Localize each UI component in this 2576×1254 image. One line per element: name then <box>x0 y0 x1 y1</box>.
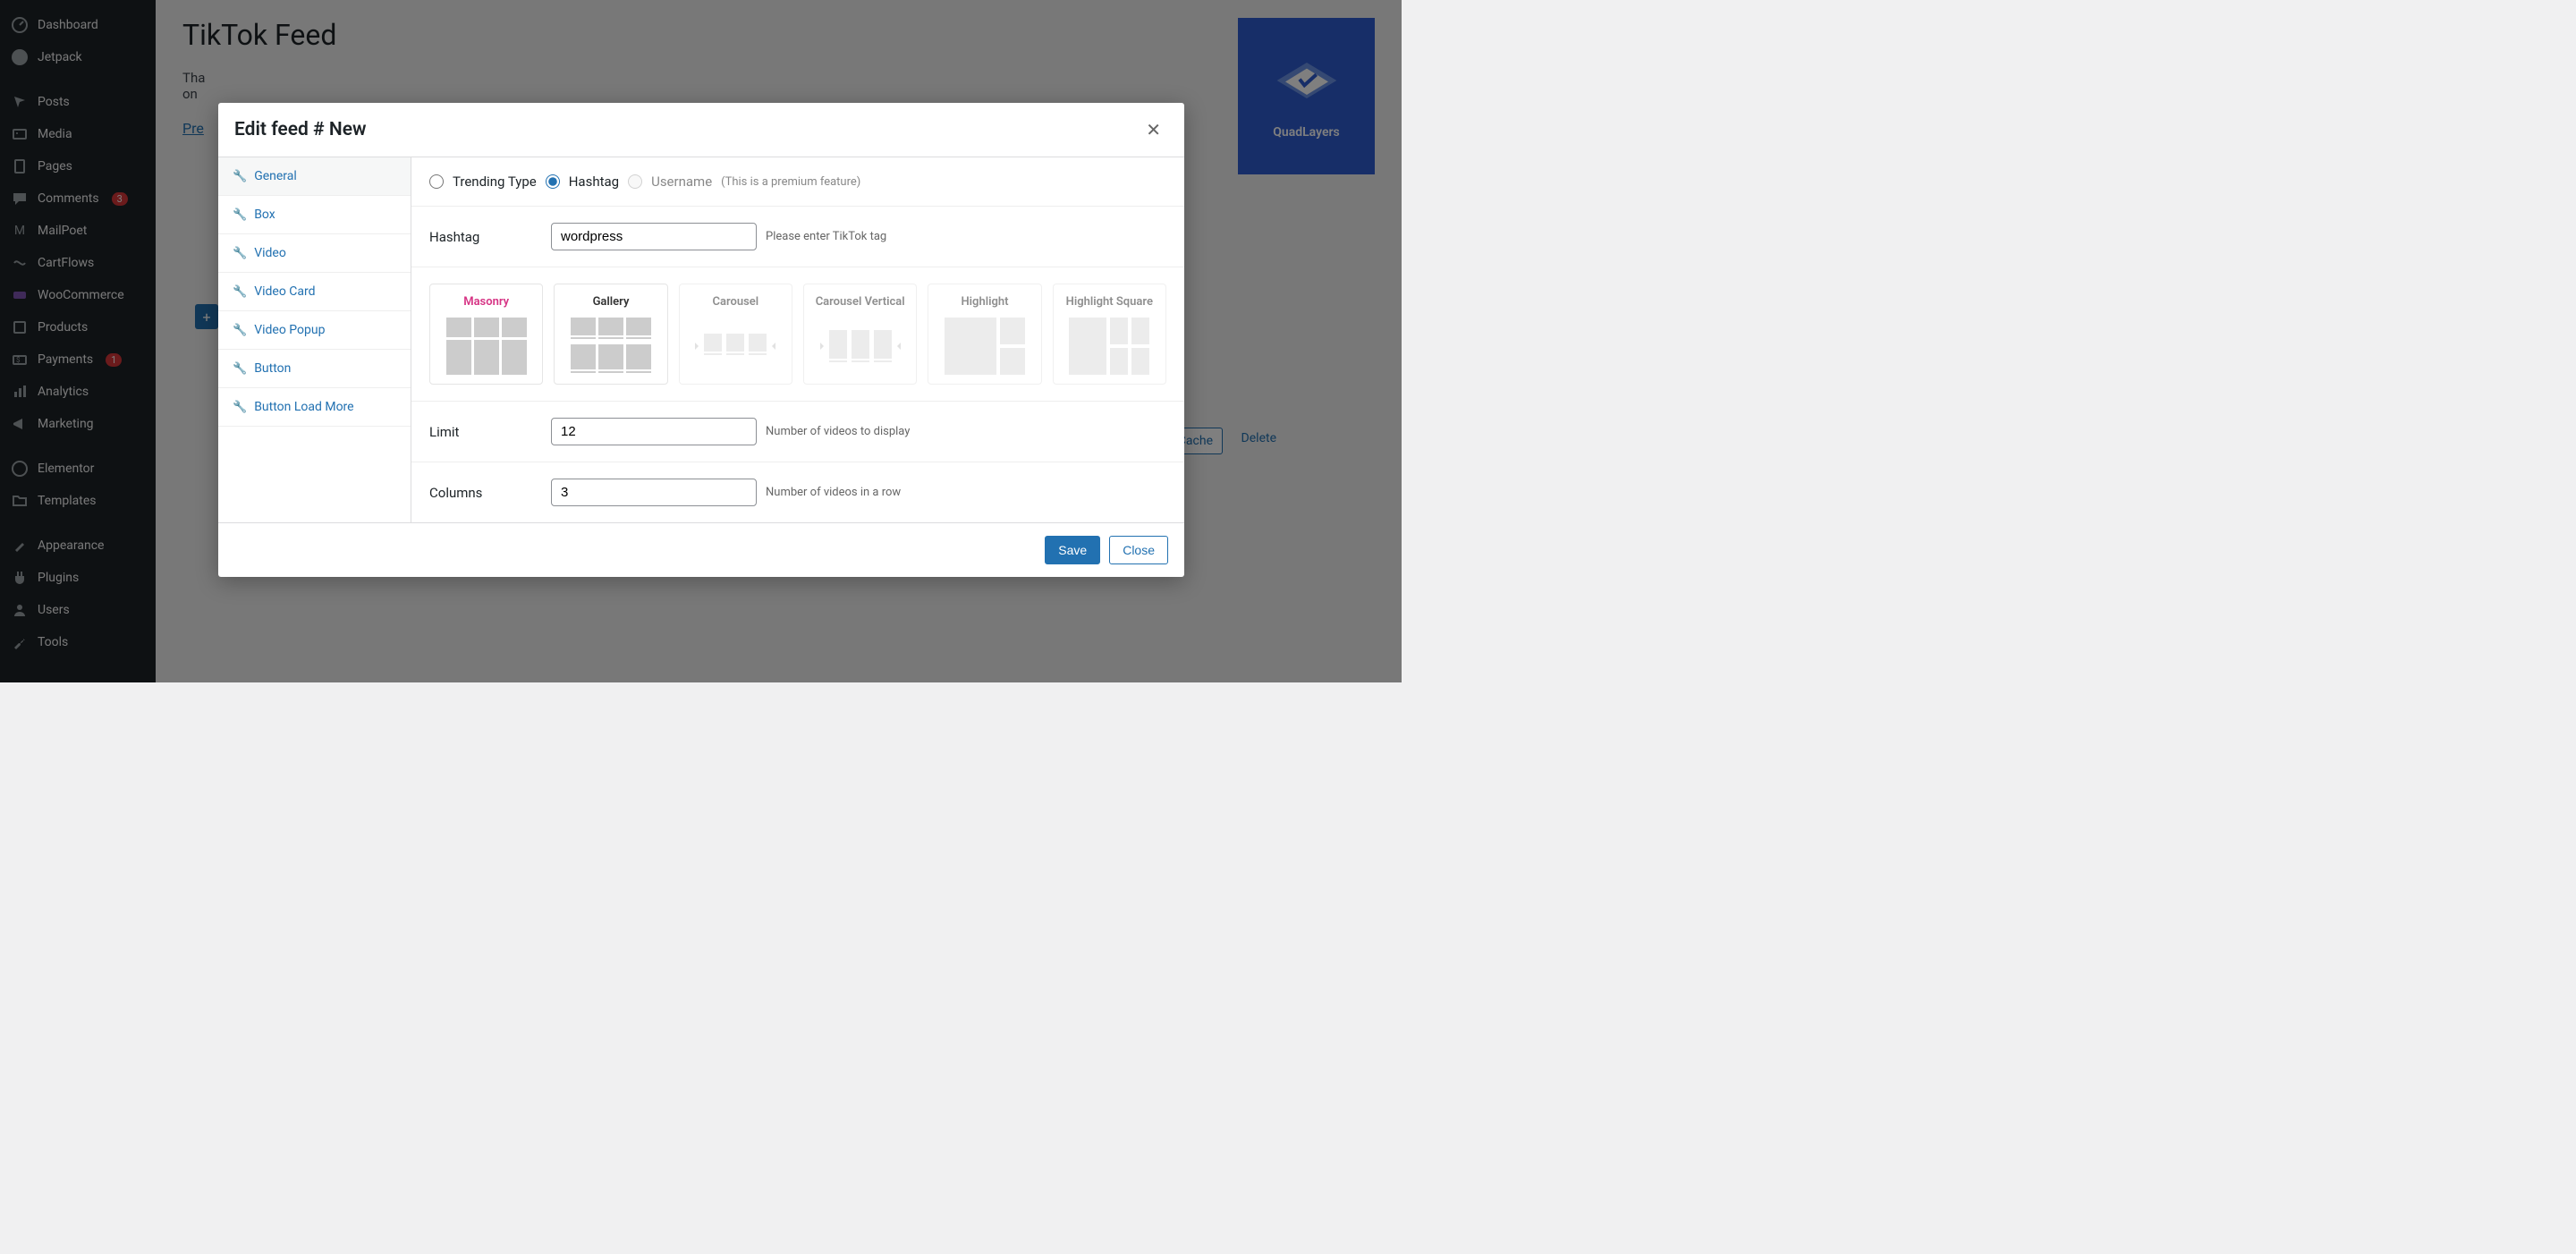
wrench-icon: 🔧 <box>233 170 247 183</box>
wrench-icon: 🔧 <box>233 324 247 337</box>
modal-header: Edit feed # New ✕ <box>218 103 1184 157</box>
edit-feed-modal: Edit feed # New ✕ 🔧General 🔧Box 🔧Video 🔧… <box>218 103 1184 577</box>
layout-highlight: Highlight <box>928 284 1041 385</box>
feed-type-section: Trending Type Hashtag Username (This is … <box>411 157 1184 207</box>
tab-video-popup[interactable]: 🔧Video Popup <box>218 311 411 350</box>
columns-input[interactable] <box>551 479 757 506</box>
tab-video-card[interactable]: 🔧Video Card <box>218 273 411 311</box>
layout-highlight-square: Highlight Square <box>1053 284 1166 385</box>
hashtag-hint: Please enter TikTok tag <box>766 230 886 243</box>
layout-section: Masonry Gallery Carousel Carousel Vertic… <box>411 267 1184 402</box>
radio-username <box>628 174 642 189</box>
limit-hint: Number of videos to display <box>766 425 910 438</box>
modal-footer: Save Close <box>218 522 1184 577</box>
radio-hashtag[interactable] <box>546 174 560 189</box>
layout-carousel-vertical: Carousel Vertical <box>803 284 917 385</box>
wrench-icon: 🔧 <box>233 401 247 414</box>
radio-trending[interactable] <box>429 174 444 189</box>
tab-video[interactable]: 🔧Video <box>218 234 411 273</box>
limit-section: Limit Number of videos to display <box>411 402 1184 462</box>
layout-carousel: Carousel <box>679 284 792 385</box>
tab-button[interactable]: 🔧Button <box>218 350 411 388</box>
radio-trending-label: Trending Type <box>453 174 537 190</box>
layout-gallery[interactable]: Gallery <box>554 284 667 385</box>
modal-title: Edit feed # New <box>234 119 367 140</box>
tab-button-load-more[interactable]: 🔧Button Load More <box>218 388 411 427</box>
close-icon[interactable]: ✕ <box>1139 115 1168 144</box>
highlight-square-thumb-icon <box>1069 318 1149 375</box>
highlight-thumb-icon <box>945 318 1025 375</box>
columns-hint: Number of videos in a row <box>766 486 901 499</box>
hashtag-label: Hashtag <box>429 229 551 245</box>
hashtag-input[interactable] <box>551 223 757 250</box>
wrench-icon: 🔧 <box>233 247 247 260</box>
masonry-thumb-icon <box>446 318 527 375</box>
modal-content: Trending Type Hashtag Username (This is … <box>411 157 1184 522</box>
wrench-icon: 🔧 <box>233 362 247 376</box>
hashtag-section: Hashtag Please enter TikTok tag <box>411 207 1184 267</box>
columns-section: Columns Number of videos in a row <box>411 462 1184 522</box>
wrench-icon: 🔧 <box>233 285 247 299</box>
radio-username-label: Username <box>651 174 712 190</box>
layout-masonry[interactable]: Masonry <box>429 284 543 385</box>
carousel-vertical-thumb-icon <box>820 318 901 375</box>
radio-hashtag-label: Hashtag <box>569 174 619 190</box>
username-premium-hint: (This is a premium feature) <box>721 175 860 189</box>
modal-tabs: 🔧General 🔧Box 🔧Video 🔧Video Card 🔧Video … <box>218 157 411 522</box>
limit-input[interactable] <box>551 418 757 445</box>
gallery-thumb-icon <box>571 318 651 375</box>
carousel-thumb-icon <box>695 318 775 375</box>
wrench-icon: 🔧 <box>233 208 247 222</box>
tab-general[interactable]: 🔧General <box>218 157 411 196</box>
close-button[interactable]: Close <box>1109 536 1168 564</box>
columns-label: Columns <box>429 485 551 501</box>
limit-label: Limit <box>429 424 551 440</box>
save-button[interactable]: Save <box>1045 536 1100 564</box>
tab-box[interactable]: 🔧Box <box>218 196 411 234</box>
